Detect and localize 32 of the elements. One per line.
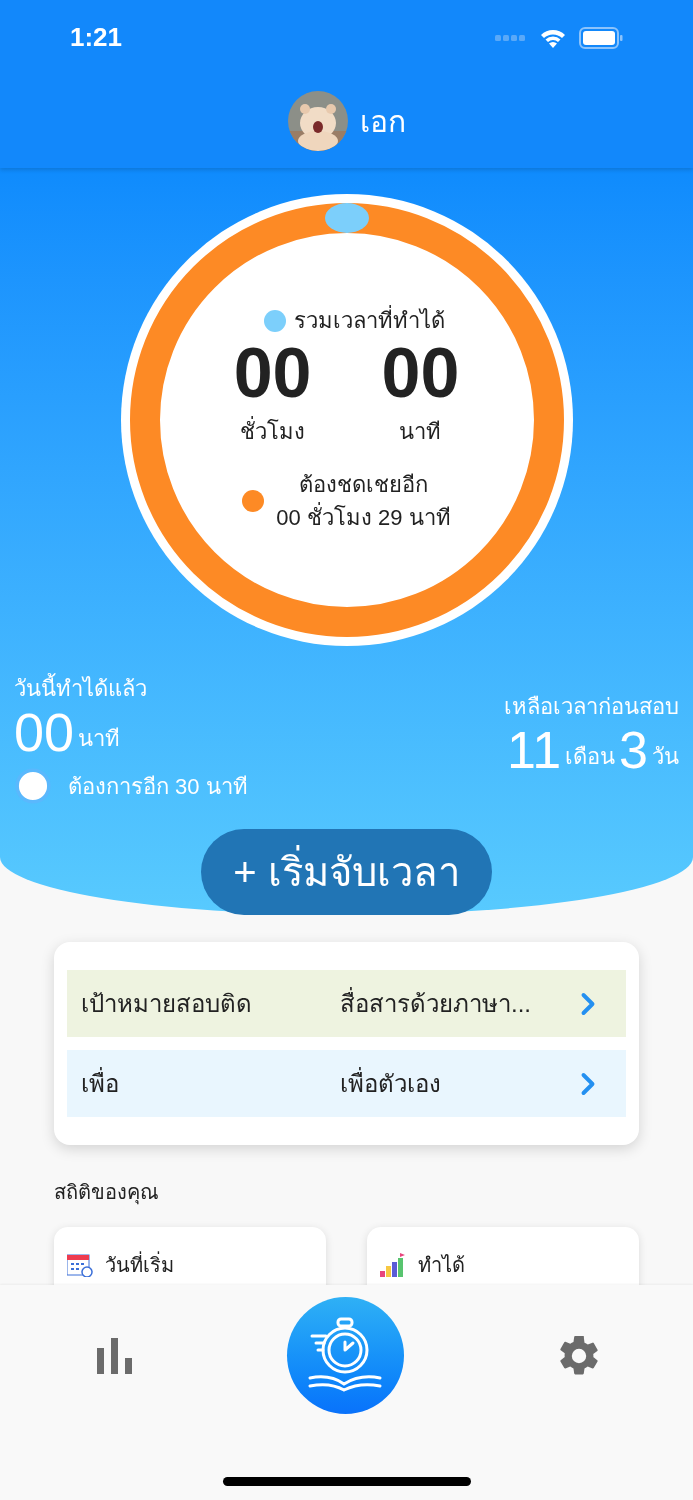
minutes-unit: นาที	[399, 418, 442, 446]
goal-row[interactable]: เพื่อ เพื่อตัวเอง	[67, 1050, 626, 1117]
goal-label: เพื่อ	[81, 1066, 120, 1099]
remaining-label: ต้องชดเชยอีก	[299, 471, 428, 499]
today-unit: นาที	[78, 725, 121, 753]
battery-icon	[579, 26, 623, 49]
status-time: 1:21	[70, 21, 123, 54]
today-need: ต้องการอีก 30 นาที	[68, 772, 248, 801]
progress-thumb[interactable]	[324, 203, 369, 233]
bar-chart-icon[interactable]	[97, 1337, 135, 1374]
today-title: วันนี้ทำได้แล้ว	[14, 672, 248, 705]
remaining-time: 00 ชั่วโมง 29 นาที	[276, 501, 451, 534]
goal-label: เป้าหมายสอบติด	[81, 988, 253, 1019]
months-value: 11	[507, 723, 562, 777]
stat-label: ทำได้	[418, 1253, 465, 1277]
stat-label: วันที่เริ่ม	[105, 1253, 174, 1277]
goal-value: เพื่อตัวเอง	[340, 1066, 442, 1099]
user-name: เอก	[359, 103, 406, 140]
days-unit: วัน	[652, 743, 679, 771]
countdown-title: เหลือเวลาก่อนสอบ	[504, 693, 679, 721]
goal-row[interactable]: เป้าหมายสอบติด สื่อสารด้วยภาษา...	[67, 970, 626, 1037]
signal-icon	[495, 33, 527, 42]
bar-chart-flag-icon	[380, 1253, 406, 1277]
hours-unit: ชั่วโมง	[240, 415, 306, 448]
calendar-icon	[67, 1253, 93, 1277]
months-unit: เดือน	[565, 743, 616, 771]
goal-value: สื่อสารด้วยภาษา...	[340, 986, 532, 1019]
days-value: 3	[619, 723, 648, 777]
start-timer-button[interactable]: + เริ่มจับเวลา	[201, 829, 492, 915]
stats-title: สถิติของคุณ	[54, 1180, 160, 1207]
today-value: 00	[14, 705, 75, 759]
wifi-icon	[539, 27, 567, 48]
